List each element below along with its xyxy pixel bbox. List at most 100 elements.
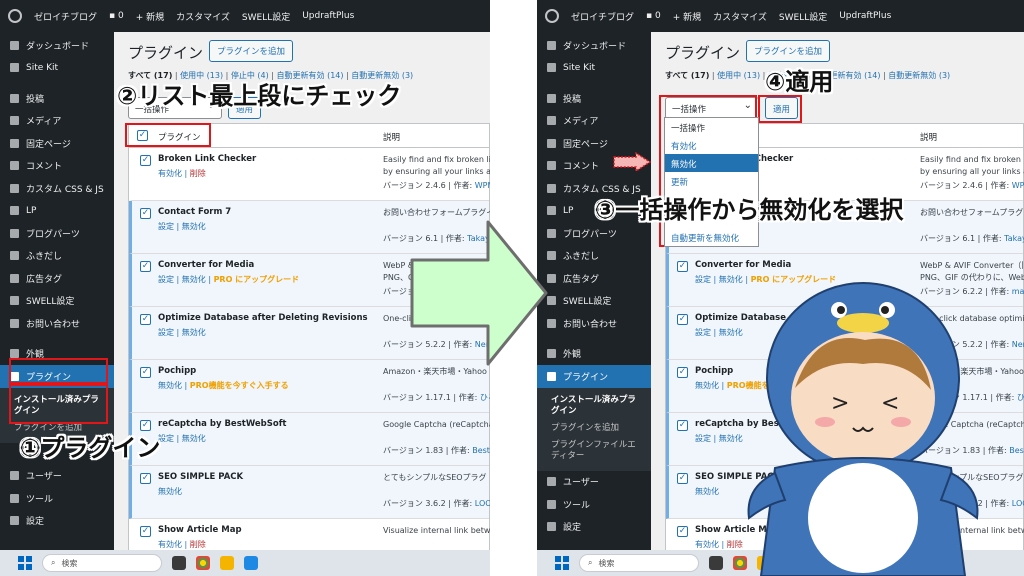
app-icon[interactable]	[244, 556, 258, 570]
plugin-action-link[interactable]: 無効化	[182, 275, 206, 284]
apply-button[interactable]: 適用	[765, 97, 799, 119]
dropdown-option-activate[interactable]: 有効化	[665, 136, 758, 154]
admin-bar-swell[interactable]: SWELL設定	[779, 10, 827, 23]
plugin-action-link[interactable]: 削除	[190, 540, 206, 549]
sidebar-item-ad-tags[interactable]: 広告タグ	[537, 267, 651, 290]
wordpress-logo-icon[interactable]	[545, 9, 559, 23]
dropdown-option-update[interactable]: 更新	[665, 172, 758, 190]
sidebar-item-dashboard[interactable]: ダッシュボード	[537, 34, 651, 57]
sidebar-item-users[interactable]: ユーザー	[537, 471, 651, 494]
plugin-checkbox[interactable]: ✓	[140, 314, 151, 325]
dropdown-option-bulk[interactable]: 一括操作	[665, 118, 758, 136]
sidebar-item-ad-tags[interactable]: 広告タグ	[0, 267, 114, 290]
plugin-checkbox[interactable]: ✓	[677, 314, 688, 325]
plugin-author-link[interactable]: BestW	[472, 446, 490, 455]
sidebar-item-dashboard[interactable]: ダッシュボード	[0, 34, 114, 57]
sidebar-item-media[interactable]: メディア	[0, 110, 114, 133]
plugin-action-link[interactable]: 無効化	[182, 328, 206, 337]
plugin-action-link[interactable]: 有効化	[695, 540, 719, 549]
sidebar-item-balloon[interactable]: ふきだし	[537, 245, 651, 268]
sidebar-item-posts[interactable]: 投稿	[0, 87, 114, 110]
sidebar-item-contact[interactable]: お問い合わせ	[0, 312, 114, 335]
admin-bar-swell[interactable]: SWELL設定	[242, 10, 290, 23]
admin-bar-customize[interactable]: カスタマイズ	[713, 10, 767, 23]
plugin-action-link[interactable]: 削除	[190, 169, 206, 178]
sidebar-item-tools[interactable]: ツール	[0, 487, 114, 510]
taskbar-search[interactable]: ⌕ 検索	[42, 554, 162, 572]
admin-bar-updraft[interactable]: UpdraftPlus	[302, 11, 354, 21]
plugin-author-link[interactable]: LOOS	[1012, 499, 1024, 508]
plugin-action-link[interactable]: 無効化	[158, 381, 182, 390]
submenu-installed-plugins[interactable]: インストール済みプラグイン	[0, 392, 114, 420]
plugin-checkbox[interactable]: ✓	[140, 261, 151, 272]
plugin-action-link[interactable]: 設定	[158, 222, 174, 231]
sidebar-item-custom-css[interactable]: カスタム CSS & JS	[0, 177, 114, 200]
plugin-action-link[interactable]: 設定	[695, 275, 711, 284]
bulk-action-select[interactable]: 一括操作	[665, 97, 759, 119]
plugin-action-link[interactable]: 設定	[695, 328, 711, 337]
plugin-checkbox[interactable]: ✓	[140, 526, 151, 537]
plugin-action-link[interactable]: 有効化	[158, 540, 182, 549]
sidebar-item-tools[interactable]: ツール	[537, 493, 651, 516]
admin-bar-updraft[interactable]: UpdraftPlus	[839, 11, 891, 21]
sidebar-item-blog-parts[interactable]: ブログパーツ	[537, 222, 651, 245]
plugin-checkbox[interactable]: ✓	[140, 155, 151, 166]
plugin-action-link[interactable]: 設定	[695, 434, 711, 443]
plugin-author-link[interactable]: ひろ	[480, 393, 490, 402]
sidebar-item-settings[interactable]: 設定	[537, 516, 651, 539]
plugin-action-link[interactable]: 設定	[158, 275, 174, 284]
filter-active[interactable]: 使用中 (13)	[717, 71, 760, 80]
plugin-author-link[interactable]: LOOS	[475, 499, 490, 508]
plugin-action-link[interactable]: PRO機能を今すぐ入手する	[190, 381, 289, 390]
dropdown-option-autoupdate-off[interactable]: 自動更新を無効化	[665, 228, 758, 246]
plugin-checkbox[interactable]: ✓	[677, 526, 688, 537]
admin-bar-comments[interactable]: ▪ 0	[109, 11, 124, 21]
folder-icon[interactable]	[220, 556, 234, 570]
plugin-author-link[interactable]: BestW	[1009, 446, 1024, 455]
admin-bar-customize[interactable]: カスタマイズ	[176, 10, 230, 23]
sidebar-item-appearance[interactable]: 外観	[537, 343, 651, 366]
select-all-checkbox[interactable]: ✓	[137, 130, 148, 141]
submenu-installed-plugins[interactable]: インストール済みプラグイン	[537, 392, 651, 420]
admin-bar-new[interactable]: + 新規	[136, 10, 164, 23]
plugin-checkbox[interactable]: ✓	[140, 208, 151, 219]
plugin-checkbox[interactable]: ✓	[140, 367, 151, 378]
admin-bar-site-link[interactable]: ゼロイチブログ	[571, 10, 634, 23]
plugin-checkbox[interactable]: ✓	[677, 420, 688, 431]
plugin-author-link[interactable]: WPMU	[475, 181, 490, 190]
plugin-author-link[interactable]: WPMU	[1012, 181, 1024, 190]
sidebar-item-balloon[interactable]: ふきだし	[0, 245, 114, 268]
plugin-action-link[interactable]: 無効化	[158, 487, 182, 496]
plugin-author-link[interactable]: ひろ	[1017, 393, 1024, 402]
sidebar-item-swell[interactable]: SWELL設定	[537, 290, 651, 313]
sidebar-item-settings[interactable]: 設定	[0, 510, 114, 533]
plugin-action-link[interactable]: 設定	[158, 328, 174, 337]
plugin-checkbox[interactable]: ✓	[677, 261, 688, 272]
task-view-icon[interactable]	[172, 556, 186, 570]
add-plugin-button[interactable]: プラグインを追加	[209, 40, 294, 62]
add-plugin-button[interactable]: プラグインを追加	[746, 40, 831, 62]
plugin-action-link[interactable]: PRO にアップグレード	[214, 275, 300, 284]
admin-bar-site-link[interactable]: ゼロイチブログ	[34, 10, 97, 23]
plugin-author-link[interactable]: Nerd	[1012, 340, 1024, 349]
sidebar-item-contact[interactable]: お問い合わせ	[537, 312, 651, 335]
plugin-checkbox[interactable]: ✓	[140, 473, 151, 484]
submenu-plugin-editor[interactable]: プラグインファイルエディター	[537, 437, 651, 465]
sidebar-item-media[interactable]: メディア	[537, 110, 651, 133]
plugin-action-link[interactable]: 無効化	[695, 381, 719, 390]
admin-bar-new[interactable]: + 新規	[673, 10, 701, 23]
sidebar-item-users[interactable]: ユーザー	[0, 465, 114, 488]
plugin-author-link[interactable]: matt	[1012, 287, 1024, 296]
plugin-author-link[interactable]: Takayuki	[1004, 234, 1024, 243]
submenu-add-plugin[interactable]: プラグインを追加	[537, 420, 651, 437]
chrome-icon[interactable]	[196, 556, 210, 570]
plugin-action-link[interactable]: 無効化	[182, 434, 206, 443]
sidebar-item-posts[interactable]: 投稿	[537, 87, 651, 110]
sidebar-item-swell[interactable]: SWELL設定	[0, 290, 114, 313]
plugin-action-link[interactable]: 設定	[158, 434, 174, 443]
plugin-action-link[interactable]: 有効化	[158, 169, 182, 178]
sidebar-item-appearance[interactable]: 外観	[0, 343, 114, 366]
sidebar-item-pages[interactable]: 固定ページ	[0, 132, 114, 155]
dropdown-option-deactivate[interactable]: 無効化	[665, 154, 758, 172]
windows-start-icon[interactable]	[555, 556, 569, 570]
